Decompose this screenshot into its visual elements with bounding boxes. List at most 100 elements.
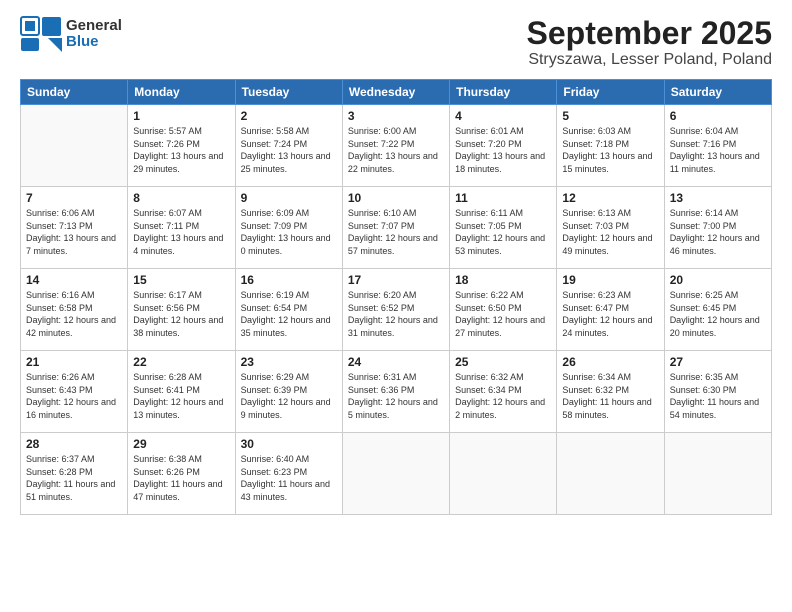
day-info: Sunrise: 6:22 AMSunset: 6:50 PMDaylight:… <box>455 289 551 339</box>
table-row <box>557 433 664 515</box>
col-saturday: Saturday <box>664 80 771 105</box>
table-row: 27 Sunrise: 6:35 AMSunset: 6:30 PMDaylig… <box>664 351 771 433</box>
table-row <box>21 105 128 187</box>
col-friday: Friday <box>557 80 664 105</box>
logo-icon <box>20 16 62 52</box>
day-number: 23 <box>241 355 337 369</box>
calendar-body: 1 Sunrise: 5:57 AMSunset: 7:26 PMDayligh… <box>21 105 772 515</box>
day-info: Sunrise: 6:13 AMSunset: 7:03 PMDaylight:… <box>562 207 658 257</box>
day-number: 19 <box>562 273 658 287</box>
day-number: 6 <box>670 109 766 123</box>
day-number: 3 <box>348 109 444 123</box>
day-number: 25 <box>455 355 551 369</box>
table-row: 20 Sunrise: 6:25 AMSunset: 6:45 PMDaylig… <box>664 269 771 351</box>
day-number: 22 <box>133 355 229 369</box>
day-number: 7 <box>26 191 122 205</box>
day-info: Sunrise: 6:37 AMSunset: 6:28 PMDaylight:… <box>26 453 122 503</box>
table-row: 22 Sunrise: 6:28 AMSunset: 6:41 PMDaylig… <box>128 351 235 433</box>
calendar-week-5: 28 Sunrise: 6:37 AMSunset: 6:28 PMDaylig… <box>21 433 772 515</box>
calendar-week-2: 7 Sunrise: 6:06 AMSunset: 7:13 PMDayligh… <box>21 187 772 269</box>
day-number: 30 <box>241 437 337 451</box>
day-info: Sunrise: 6:17 AMSunset: 6:56 PMDaylight:… <box>133 289 229 339</box>
day-info: Sunrise: 6:07 AMSunset: 7:11 PMDaylight:… <box>133 207 229 257</box>
day-number: 17 <box>348 273 444 287</box>
header: General Blue September 2025 Stryszawa, L… <box>20 16 772 69</box>
day-number: 15 <box>133 273 229 287</box>
table-row: 23 Sunrise: 6:29 AMSunset: 6:39 PMDaylig… <box>235 351 342 433</box>
day-info: Sunrise: 6:19 AMSunset: 6:54 PMDaylight:… <box>241 289 337 339</box>
table-row: 24 Sunrise: 6:31 AMSunset: 6:36 PMDaylig… <box>342 351 449 433</box>
table-row: 9 Sunrise: 6:09 AMSunset: 7:09 PMDayligh… <box>235 187 342 269</box>
day-info: Sunrise: 5:58 AMSunset: 7:24 PMDaylight:… <box>241 125 337 175</box>
table-row: 15 Sunrise: 6:17 AMSunset: 6:56 PMDaylig… <box>128 269 235 351</box>
table-row: 29 Sunrise: 6:38 AMSunset: 6:26 PMDaylig… <box>128 433 235 515</box>
col-sunday: Sunday <box>21 80 128 105</box>
table-row: 12 Sunrise: 6:13 AMSunset: 7:03 PMDaylig… <box>557 187 664 269</box>
day-number: 9 <box>241 191 337 205</box>
col-monday: Monday <box>128 80 235 105</box>
table-row: 18 Sunrise: 6:22 AMSunset: 6:50 PMDaylig… <box>450 269 557 351</box>
day-info: Sunrise: 6:38 AMSunset: 6:26 PMDaylight:… <box>133 453 229 503</box>
table-row <box>342 433 449 515</box>
day-info: Sunrise: 6:03 AMSunset: 7:18 PMDaylight:… <box>562 125 658 175</box>
day-number: 21 <box>26 355 122 369</box>
day-number: 27 <box>670 355 766 369</box>
day-number: 29 <box>133 437 229 451</box>
day-number: 28 <box>26 437 122 451</box>
table-row: 5 Sunrise: 6:03 AMSunset: 7:18 PMDayligh… <box>557 105 664 187</box>
day-number: 2 <box>241 109 337 123</box>
day-info: Sunrise: 6:20 AMSunset: 6:52 PMDaylight:… <box>348 289 444 339</box>
table-row: 13 Sunrise: 6:14 AMSunset: 7:00 PMDaylig… <box>664 187 771 269</box>
day-number: 24 <box>348 355 444 369</box>
day-info: Sunrise: 6:35 AMSunset: 6:30 PMDaylight:… <box>670 371 766 421</box>
table-row <box>664 433 771 515</box>
col-wednesday: Wednesday <box>342 80 449 105</box>
calendar-week-3: 14 Sunrise: 6:16 AMSunset: 6:58 PMDaylig… <box>21 269 772 351</box>
day-number: 16 <box>241 273 337 287</box>
table-row: 4 Sunrise: 6:01 AMSunset: 7:20 PMDayligh… <box>450 105 557 187</box>
col-tuesday: Tuesday <box>235 80 342 105</box>
day-info: Sunrise: 6:10 AMSunset: 7:07 PMDaylight:… <box>348 207 444 257</box>
logo-words: General Blue <box>66 18 122 51</box>
day-info: Sunrise: 6:40 AMSunset: 6:23 PMDaylight:… <box>241 453 337 503</box>
day-number: 8 <box>133 191 229 205</box>
calendar-week-1: 1 Sunrise: 5:57 AMSunset: 7:26 PMDayligh… <box>21 105 772 187</box>
table-row: 17 Sunrise: 6:20 AMSunset: 6:52 PMDaylig… <box>342 269 449 351</box>
table-row: 16 Sunrise: 6:19 AMSunset: 6:54 PMDaylig… <box>235 269 342 351</box>
table-row: 21 Sunrise: 6:26 AMSunset: 6:43 PMDaylig… <box>21 351 128 433</box>
day-number: 1 <box>133 109 229 123</box>
month-title: September 2025 <box>527 16 772 51</box>
calendar-week-4: 21 Sunrise: 6:26 AMSunset: 6:43 PMDaylig… <box>21 351 772 433</box>
logo-blue-text: Blue <box>66 34 122 51</box>
table-row: 10 Sunrise: 6:10 AMSunset: 7:07 PMDaylig… <box>342 187 449 269</box>
day-info: Sunrise: 6:09 AMSunset: 7:09 PMDaylight:… <box>241 207 337 257</box>
table-row: 28 Sunrise: 6:37 AMSunset: 6:28 PMDaylig… <box>21 433 128 515</box>
day-number: 12 <box>562 191 658 205</box>
day-info: Sunrise: 6:23 AMSunset: 6:47 PMDaylight:… <box>562 289 658 339</box>
day-info: Sunrise: 6:04 AMSunset: 7:16 PMDaylight:… <box>670 125 766 175</box>
day-number: 14 <box>26 273 122 287</box>
day-number: 11 <box>455 191 551 205</box>
day-info: Sunrise: 6:34 AMSunset: 6:32 PMDaylight:… <box>562 371 658 421</box>
day-info: Sunrise: 6:32 AMSunset: 6:34 PMDaylight:… <box>455 371 551 421</box>
day-number: 10 <box>348 191 444 205</box>
table-row: 14 Sunrise: 6:16 AMSunset: 6:58 PMDaylig… <box>21 269 128 351</box>
table-row: 7 Sunrise: 6:06 AMSunset: 7:13 PMDayligh… <box>21 187 128 269</box>
day-info: Sunrise: 6:16 AMSunset: 6:58 PMDaylight:… <box>26 289 122 339</box>
title-area: September 2025 Stryszawa, Lesser Poland,… <box>527 16 772 69</box>
day-number: 5 <box>562 109 658 123</box>
table-row: 2 Sunrise: 5:58 AMSunset: 7:24 PMDayligh… <box>235 105 342 187</box>
table-row: 1 Sunrise: 5:57 AMSunset: 7:26 PMDayligh… <box>128 105 235 187</box>
day-info: Sunrise: 5:57 AMSunset: 7:26 PMDaylight:… <box>133 125 229 175</box>
table-row: 19 Sunrise: 6:23 AMSunset: 6:47 PMDaylig… <box>557 269 664 351</box>
table-row: 6 Sunrise: 6:04 AMSunset: 7:16 PMDayligh… <box>664 105 771 187</box>
table-row: 26 Sunrise: 6:34 AMSunset: 6:32 PMDaylig… <box>557 351 664 433</box>
day-info: Sunrise: 6:11 AMSunset: 7:05 PMDaylight:… <box>455 207 551 257</box>
logo: General Blue <box>20 16 122 52</box>
table-row: 3 Sunrise: 6:00 AMSunset: 7:22 PMDayligh… <box>342 105 449 187</box>
table-row: 25 Sunrise: 6:32 AMSunset: 6:34 PMDaylig… <box>450 351 557 433</box>
day-number: 13 <box>670 191 766 205</box>
day-info: Sunrise: 6:06 AMSunset: 7:13 PMDaylight:… <box>26 207 122 257</box>
location: Stryszawa, Lesser Poland, Poland <box>527 51 772 69</box>
day-number: 18 <box>455 273 551 287</box>
